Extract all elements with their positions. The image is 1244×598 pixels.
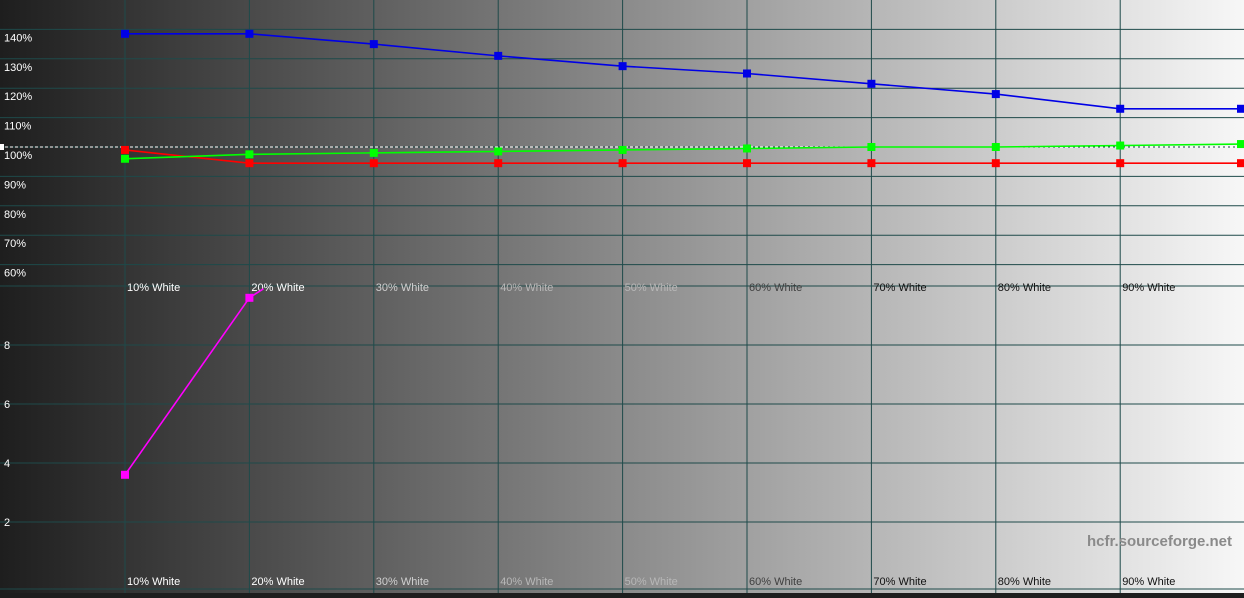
red-data-point [618, 159, 627, 168]
blue-data-point [245, 29, 254, 38]
x-tick-label: 90% White [1122, 576, 1175, 588]
y-tick-label: 80% [4, 209, 26, 221]
red-data-point [743, 159, 751, 168]
x-tick-label: 40% White [500, 576, 553, 588]
green-data-point [991, 143, 1000, 151]
y-tick-label: 8 [4, 340, 10, 352]
blue-data-point [867, 79, 876, 88]
green-data-point [121, 154, 129, 163]
red-data-point [121, 145, 129, 154]
x-tick-label: 70% White [873, 282, 926, 294]
red-data-point [369, 159, 378, 168]
red-data-point [867, 159, 876, 168]
green-data-point [369, 148, 378, 157]
x-tick-label: 50% White [625, 282, 678, 294]
green-data-point [867, 143, 876, 151]
x-tick-label: 20% White [251, 576, 304, 588]
x-tick-label: 90% White [1122, 282, 1175, 294]
hcfr-rgb-balance-chart: 60% 70% 80% 90% 100% 110% 120% 130% 140% 10% Whit… [0, 0, 1244, 593]
blue-data-point [743, 69, 751, 78]
x-tick-label: 70% White [873, 576, 926, 588]
watermark: hcfr.sourceforge.net [1087, 533, 1232, 550]
x-tick-label: 30% White [376, 576, 429, 588]
x-tick-label: 60% White [749, 282, 802, 294]
magenta-data-point [245, 293, 254, 302]
blue-data-point [1116, 104, 1125, 113]
x-tick-label: 40% White [500, 282, 553, 294]
blue-data-point [494, 51, 503, 60]
reference-marker [0, 144, 4, 150]
y-tick-label: 2 [4, 517, 10, 529]
red-data-point [494, 159, 503, 168]
green-data-point [618, 145, 627, 154]
y-tick-label: 70% [4, 238, 26, 250]
green-data-point [1237, 140, 1244, 149]
blue-data-point [991, 90, 1000, 99]
y-tick-label: 100% [4, 150, 32, 162]
red-data-point [1237, 159, 1244, 168]
green-data-point [743, 144, 751, 153]
chart-background [0, 0, 1244, 593]
x-tick-label: 80% White [998, 576, 1051, 588]
magenta-data-point [121, 470, 129, 479]
red-data-point [1116, 159, 1125, 168]
x-tick-label: 80% White [998, 282, 1051, 294]
y-tick-label: 140% [4, 32, 32, 44]
chart-canvas: 60% 70% 80% 90% 100% 110% 120% 130% 140% 10% Whit… [0, 0, 1244, 593]
y-tick-label: 60% [4, 268, 26, 280]
y-tick-label: 120% [4, 91, 32, 103]
x-tick-label: 10% White [127, 282, 180, 294]
red-data-point [245, 159, 254, 168]
y-tick-label: 110% [4, 121, 32, 133]
y-tick-label: 6 [4, 399, 10, 411]
x-tick-label: 30% White [376, 282, 429, 294]
blue-data-point [121, 29, 129, 38]
red-data-point [991, 159, 1000, 168]
y-tick-label: 90% [4, 179, 26, 191]
x-tick-label: 50% White [625, 576, 678, 588]
y-tick-label: 130% [4, 62, 32, 74]
blue-data-point [618, 62, 627, 71]
blue-data-point [369, 40, 378, 49]
green-data-point [245, 150, 254, 159]
blue-data-point [1237, 104, 1244, 113]
green-data-point [1116, 141, 1125, 150]
y-tick-label: 4 [4, 458, 10, 470]
x-tick-label: 10% White [127, 576, 180, 588]
green-data-point [494, 147, 503, 156]
x-tick-label: 60% White [749, 576, 802, 588]
